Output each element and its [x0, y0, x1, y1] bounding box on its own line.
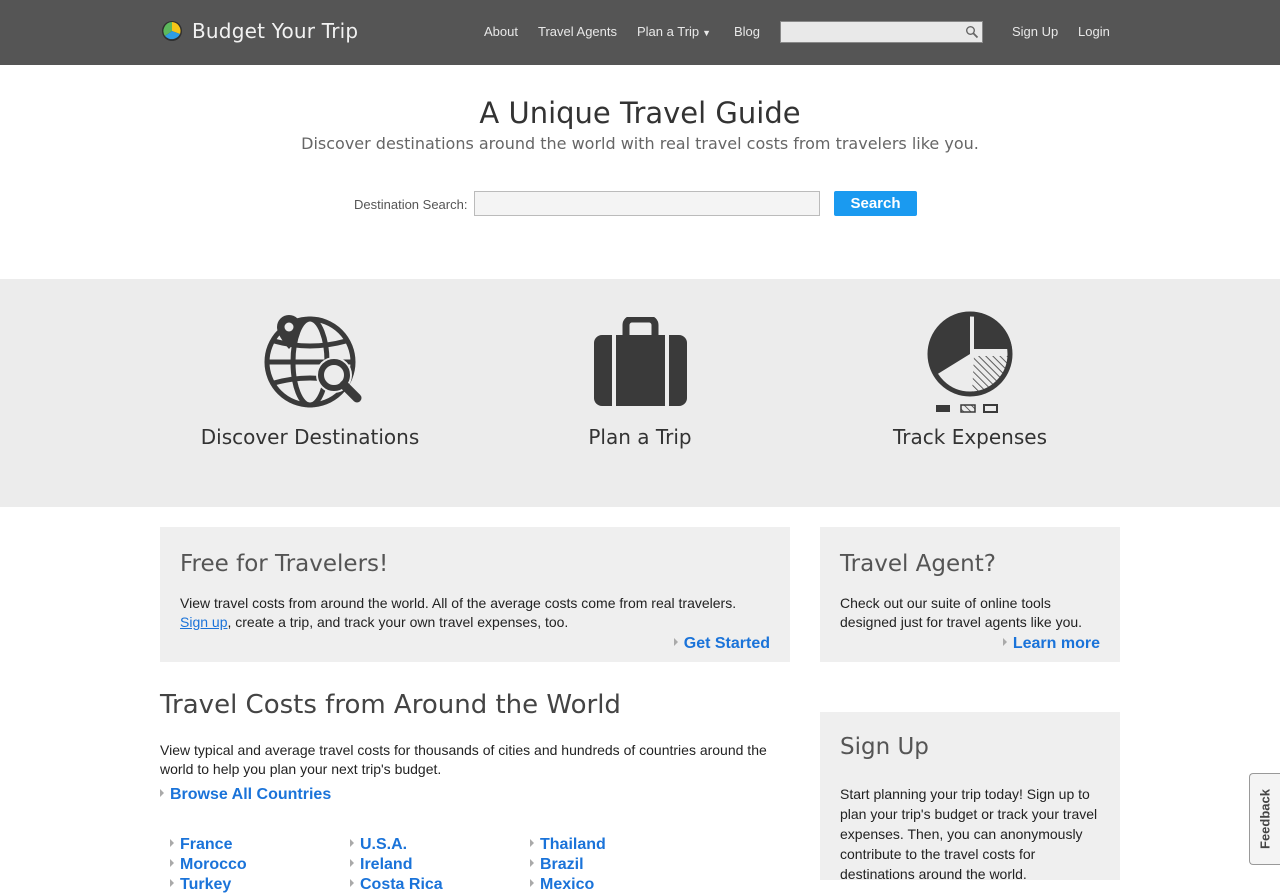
arrow-right-icon — [350, 859, 354, 867]
free-card-text-1: View travel costs from around the world.… — [180, 595, 737, 611]
arrow-right-icon — [530, 879, 534, 887]
arrow-right-icon — [530, 839, 534, 847]
hero-title: A Unique Travel Guide — [479, 96, 801, 130]
nav-travel-agents[interactable]: Travel Agents — [538, 24, 617, 39]
free-for-travelers-card: Free for Travelers! View travel costs fr… — [160, 527, 790, 662]
header-search-input[interactable] — [781, 22, 961, 42]
nav-blog[interactable]: Blog — [734, 24, 760, 39]
arrow-right-icon — [350, 839, 354, 847]
country-name: Morocco — [180, 856, 247, 873]
globe-search-icon — [264, 315, 362, 408]
feedback-label: Feedback — [1257, 789, 1273, 849]
free-card-text-2: , create a trip, and track your own trav… — [227, 614, 569, 630]
country-link[interactable]: U.S.A. — [350, 836, 407, 854]
country-link[interactable]: Brazil — [530, 856, 584, 874]
nav-login[interactable]: Login — [1078, 24, 1110, 39]
pie-chart-icon — [927, 311, 1013, 413]
arrow-right-icon — [1002, 638, 1007, 646]
country-name: Turkey — [180, 876, 232, 893]
free-card-title: Free for Travelers! — [180, 551, 389, 577]
browse-all-countries-label: Browse All Countries — [170, 786, 332, 803]
get-started-label: Get Started — [683, 635, 770, 652]
get-started-link[interactable]: Get Started — [673, 635, 770, 653]
site-logo[interactable]: Budget Your Trip — [161, 19, 358, 43]
search-button[interactable]: Search — [834, 191, 917, 216]
top-nav-bar: Budget Your Trip About Travel Agents Pla… — [0, 0, 1280, 65]
country-name: Mexico — [540, 876, 595, 893]
arrow-right-icon — [170, 879, 174, 887]
nav-plan-a-trip[interactable]: Plan a Trip ▼ — [637, 24, 711, 39]
country-link[interactable]: Turkey — [170, 876, 231, 894]
country-link[interactable]: Morocco — [170, 856, 247, 874]
country-link[interactable]: Thailand — [530, 836, 606, 854]
destination-search-label: Destination Search: — [354, 197, 468, 212]
country-name: U.S.A. — [360, 836, 408, 853]
feedback-tab[interactable]: Feedback — [1249, 773, 1280, 865]
free-card-text: View travel costs from around the world.… — [180, 594, 780, 632]
arrow-right-icon — [673, 638, 678, 646]
signup-card-title: Sign Up — [840, 734, 929, 760]
country-name: Costa Rica — [360, 876, 443, 893]
country-link[interactable]: Costa Rica — [350, 876, 443, 894]
feature-label-track: Track Expenses — [893, 425, 1047, 449]
travel-costs-text: View typical and average travel costs fo… — [160, 742, 767, 777]
arrow-right-icon — [530, 859, 534, 867]
sign-up-link[interactable]: Sign up — [180, 614, 227, 630]
browse-all-countries-link[interactable]: Browse All Countries — [160, 786, 331, 804]
travel-agent-card: Travel Agent? Check out our suite of onl… — [820, 527, 1120, 662]
arrow-right-icon — [170, 839, 174, 847]
logo-icon — [162, 21, 182, 41]
arrow-right-icon — [170, 859, 174, 867]
country-link[interactable]: Mexico — [530, 876, 594, 894]
learn-more-label: Learn more — [1012, 635, 1100, 652]
dropdown-caret-icon: ▼ — [702, 28, 712, 38]
country-name: Ireland — [360, 856, 413, 873]
suitcase-icon — [594, 317, 687, 406]
country-link[interactable]: France — [170, 836, 232, 854]
country-name: Brazil — [540, 856, 584, 873]
feature-label-discover: Discover Destinations — [200, 425, 420, 449]
nav-about[interactable]: About — [484, 24, 518, 39]
country-name: France — [180, 836, 233, 853]
feature-label-plan: Plan a Trip — [588, 425, 692, 449]
header-search-box — [780, 21, 983, 43]
arrow-right-icon — [160, 789, 164, 797]
signup-card-text: Start planning your trip today! Sign up … — [840, 786, 1098, 882]
nav-sign-up[interactable]: Sign Up — [1012, 24, 1058, 39]
sign-up-card: Sign Up Start planning your trip today! … — [820, 712, 1120, 882]
hero-subtitle: Discover destinations around the world w… — [301, 134, 979, 153]
arrow-right-icon — [350, 879, 354, 887]
features-band: Discover Destinations Plan a Trip Track — [0, 279, 1280, 507]
agent-card-title: Travel Agent? — [840, 551, 996, 577]
site-name: Budget Your Trip — [192, 19, 359, 43]
country-link[interactable]: Ireland — [350, 856, 412, 874]
learn-more-link[interactable]: Learn more — [1002, 635, 1100, 653]
destination-search-input[interactable] — [474, 191, 820, 216]
agent-card-text: Check out our suite of online tools desi… — [840, 595, 1083, 630]
country-name: Thailand — [540, 836, 606, 853]
travel-costs-title: Travel Costs from Around the World — [160, 690, 621, 720]
magnifier-icon[interactable] — [965, 25, 979, 39]
nav-plan-a-trip-label: Plan a Trip — [637, 24, 700, 39]
